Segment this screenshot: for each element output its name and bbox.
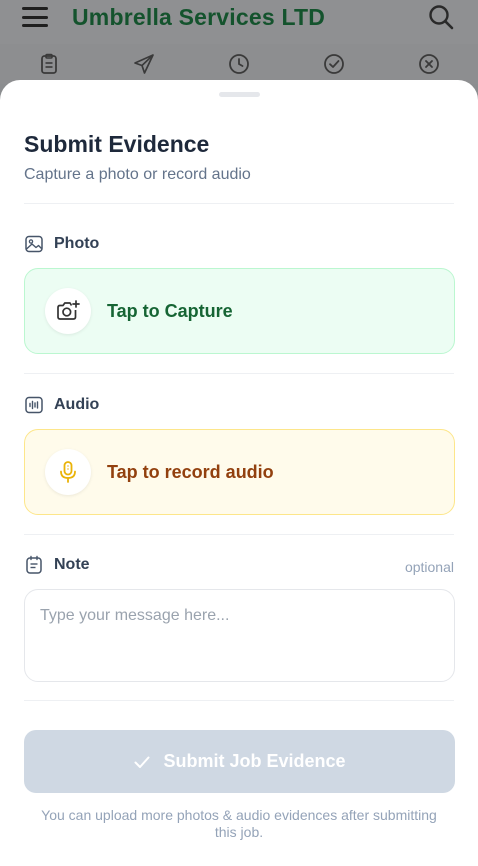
divider [24,700,454,701]
audio-wave-icon [25,396,43,414]
x-circle-icon[interactable] [417,52,441,76]
capture-photo-label: Tap to Capture [107,300,233,321]
hamburger-menu-icon[interactable] [22,7,48,27]
app-header: Umbrella Services LTD [0,0,478,44]
footnote-text: You can upload more photos & audio evide… [41,807,437,840]
photo-label: Photo [54,235,100,252]
check-circle-icon[interactable] [322,52,346,76]
submit-evidence-sheet: Submit Evidence Capture a photo or recor… [0,80,478,866]
clock-icon[interactable] [227,52,251,76]
note-icon [26,555,42,574]
divider [24,534,454,535]
photo-section-label: Photo [24,234,99,254]
capture-photo-button[interactable]: Tap to Capture [24,268,455,354]
sheet-title: Submit Evidence [24,131,210,157]
note-textarea[interactable] [24,589,455,682]
submit-job-evidence-button[interactable]: Submit Job Evidence [24,730,455,793]
note-label: Note [54,556,90,573]
check-icon [134,756,150,768]
divider [24,373,454,374]
sheet-subtitle: Capture a photo or record audio [24,166,251,183]
paper-plane-icon[interactable] [132,52,156,76]
image-icon [25,235,43,253]
audio-label: Audio [54,396,100,413]
app-title: Umbrella Services LTD [72,4,326,30]
submit-label: Submit Job Evidence [163,751,346,771]
record-audio-button[interactable]: Tap to record audio [24,429,455,515]
divider [24,203,454,204]
search-icon[interactable] [427,3,455,31]
sheet-drag-handle[interactable] [219,92,260,97]
audio-section-label: Audio [24,395,99,415]
optional-tag: optional [404,559,454,575]
camera-plus-icon [45,288,91,334]
app-tab-bar [0,44,478,84]
record-audio-label: Tap to record audio [107,461,274,482]
note-section-label: Note [24,555,90,575]
clipboard-icon[interactable] [37,52,61,76]
microphone-icon [45,449,91,495]
